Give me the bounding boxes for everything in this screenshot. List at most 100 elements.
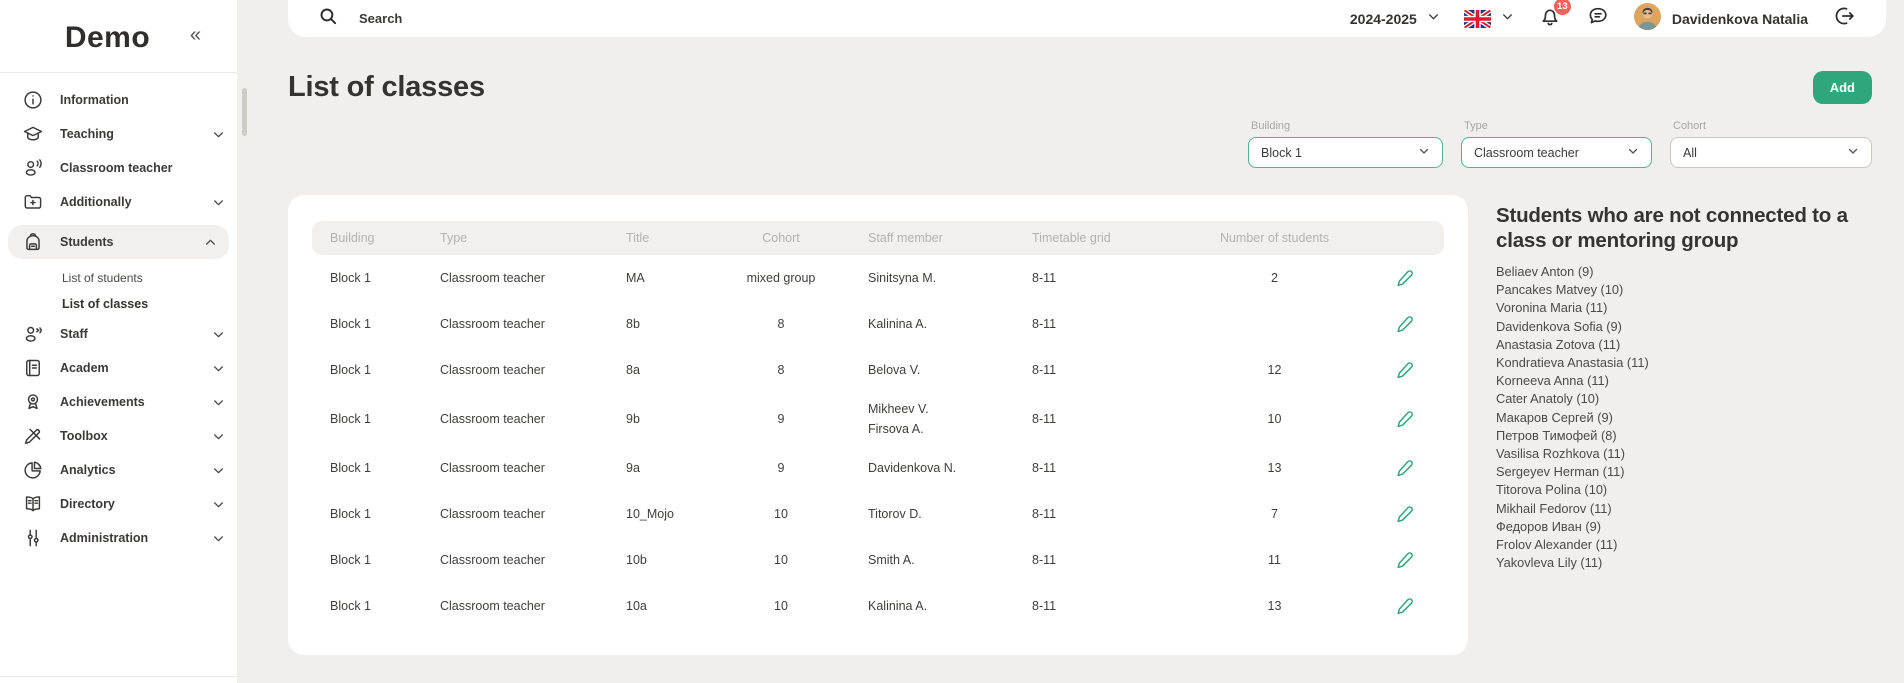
unconnected-student[interactable]: Pancakes Matvey (10) (1496, 281, 1870, 299)
edit-row-button[interactable] (1394, 359, 1416, 381)
edit-row-button[interactable] (1394, 595, 1416, 617)
unconnected-student[interactable]: Yakovleva Lily (11) (1496, 554, 1870, 572)
unconnected-students-list: Beliaev Anton (9)Pancakes Matvey (10)Vor… (1496, 263, 1870, 572)
cell-number-of-students (1192, 318, 1357, 330)
cell-type: Classroom teacher (422, 308, 608, 340)
app-title: Demo (65, 21, 150, 55)
staff-name: Kalinina A. (868, 314, 1014, 334)
sidebar-item-toolbox[interactable]: Toolbox (0, 419, 237, 453)
sidebar-item-information[interactable]: Information (0, 83, 237, 117)
logout-icon (1832, 4, 1856, 33)
unconnected-student[interactable]: Davidenkova Sofia (9) (1496, 318, 1870, 336)
logout-button[interactable] (1832, 4, 1856, 33)
unconnected-student[interactable]: Titorova Polina (10) (1496, 481, 1870, 499)
divider (0, 72, 237, 73)
messages-button[interactable] (1586, 4, 1610, 33)
cell-type: Classroom teacher (422, 452, 608, 484)
classroom-teacher-icon (22, 157, 44, 179)
sidebar-item-analytics[interactable]: Analytics (0, 453, 237, 487)
teaching-icon (22, 123, 44, 145)
chevron-down-icon (211, 362, 225, 375)
building-select[interactable]: Block 1 (1248, 137, 1443, 168)
cell-title: MA (608, 262, 712, 294)
cell-title: 8a (608, 354, 712, 386)
cell-cohort: 9 (712, 403, 850, 435)
edit-row-button[interactable] (1394, 313, 1416, 335)
unconnected-student[interactable]: Федоров Иван (9) (1496, 518, 1870, 536)
cell-cohort: 10 (712, 590, 850, 622)
toolbox-icon (22, 425, 44, 447)
unconnected-student[interactable]: Vasilisa Rozhkova (11) (1496, 445, 1870, 463)
unconnected-student[interactable]: Beliaev Anton (9) (1496, 263, 1870, 281)
sidebar-item-classroom-teacher[interactable]: Classroom teacher (0, 151, 237, 185)
language-selector[interactable] (1464, 10, 1514, 28)
cell-type: Classroom teacher (422, 403, 608, 435)
cell-timetable-grid: 8-11 (1014, 308, 1192, 340)
unconnected-student[interactable]: Cater Anatoly (10) (1496, 390, 1870, 408)
user-menu[interactable]: Davidenkova Natalia (1634, 3, 1808, 35)
unconnected-student[interactable]: Anastasia Zotova (11) (1496, 336, 1870, 354)
search-icon (318, 6, 339, 32)
sidebar-item-achievements[interactable]: Achievements (0, 385, 237, 419)
filter-label: Cohort (1673, 120, 1872, 132)
academ-icon (22, 357, 44, 379)
sidebar-item-students[interactable]: Students (8, 225, 229, 259)
year-selector[interactable]: 2024-2025 (1350, 10, 1440, 28)
sidebar-item-label: Classroom teacher (60, 161, 225, 175)
column-header-building: Building (312, 231, 422, 245)
scrollbar-thumb[interactable] (242, 88, 247, 136)
staff-name: Titorov D. (868, 504, 1014, 524)
unconnected-student[interactable]: Петров Тимофей (8) (1496, 427, 1870, 445)
cohort-select[interactable]: All (1670, 137, 1872, 168)
table-row: Block 1Classroom teacher10_Mojo10Titorov… (312, 491, 1444, 537)
unconnected-students-panel: Students who are not connected to a clas… (1468, 195, 1904, 572)
staff-name: Sinitsyna M. (868, 268, 1014, 288)
sidebar-subitem-list-of-students[interactable]: List of students (0, 265, 237, 291)
edit-row-button[interactable] (1394, 408, 1416, 430)
unconnected-student[interactable]: Mikhail Fedorov (11) (1496, 500, 1870, 518)
students-icon (22, 231, 44, 253)
sidebar-item-administration[interactable]: Administration (0, 521, 237, 555)
type-select[interactable]: Classroom teacher (1461, 137, 1652, 168)
cell-title: 8b (608, 308, 712, 340)
unconnected-student[interactable]: Frolov Alexander (11) (1496, 536, 1870, 554)
cell-actions (1357, 589, 1444, 623)
cell-actions (1357, 451, 1444, 485)
cell-number-of-students: 10 (1192, 403, 1357, 435)
edit-row-button[interactable] (1394, 503, 1416, 525)
main-area: Search 2024-2025 (237, 0, 1904, 683)
edit-row-button[interactable] (1394, 549, 1416, 571)
add-button[interactable]: Add (1813, 71, 1872, 104)
sidebar-item-teaching[interactable]: Teaching (0, 117, 237, 151)
notifications-button[interactable]: 13 (1538, 4, 1562, 33)
sidebar-collapse-icon[interactable]: « (190, 24, 201, 47)
unconnected-student[interactable]: Kondratieva Anastasia (11) (1496, 354, 1870, 372)
edit-row-button[interactable] (1394, 457, 1416, 479)
search-input[interactable]: Search (318, 6, 402, 32)
building-select-value: Block 1 (1261, 146, 1418, 160)
cell-staff-member: Kalinina A. (850, 308, 1014, 340)
unconnected-student[interactable]: Voronina Maria (11) (1496, 299, 1870, 317)
chevron-down-icon (1847, 144, 1859, 162)
cell-cohort: mixed group (712, 262, 850, 294)
table-header: BuildingTypeTitleCohortStaff memberTimet… (312, 221, 1444, 255)
cell-building: Block 1 (312, 403, 422, 435)
year-value: 2024-2025 (1350, 11, 1417, 27)
sidebar-item-directory[interactable]: Directory (0, 487, 237, 521)
cell-timetable-grid: 8-11 (1014, 354, 1192, 386)
cell-staff-member: Davidenkova N. (850, 452, 1014, 484)
user-name: Davidenkova Natalia (1672, 11, 1808, 27)
column-header-type: Type (422, 231, 608, 245)
avatar (1634, 3, 1661, 35)
sidebar-item-staff[interactable]: Staff (0, 317, 237, 351)
sidebar-subitem-list-of-classes[interactable]: List of classes (0, 291, 237, 317)
unconnected-student[interactable]: Макаров Сергей (9) (1496, 409, 1870, 427)
unconnected-student[interactable]: Korneeva Anna (11) (1496, 372, 1870, 390)
type-select-value: Classroom teacher (1474, 146, 1627, 160)
sidebar-item-additionally[interactable]: Additionally (0, 185, 237, 219)
cell-title: 10_Mojo (608, 498, 712, 530)
edit-row-button[interactable] (1394, 267, 1416, 289)
unconnected-student[interactable]: Sergeyev Herman (11) (1496, 463, 1870, 481)
sidebar-item-academ[interactable]: Academ (0, 351, 237, 385)
filter-type: Type Classroom teacher (1461, 120, 1652, 168)
